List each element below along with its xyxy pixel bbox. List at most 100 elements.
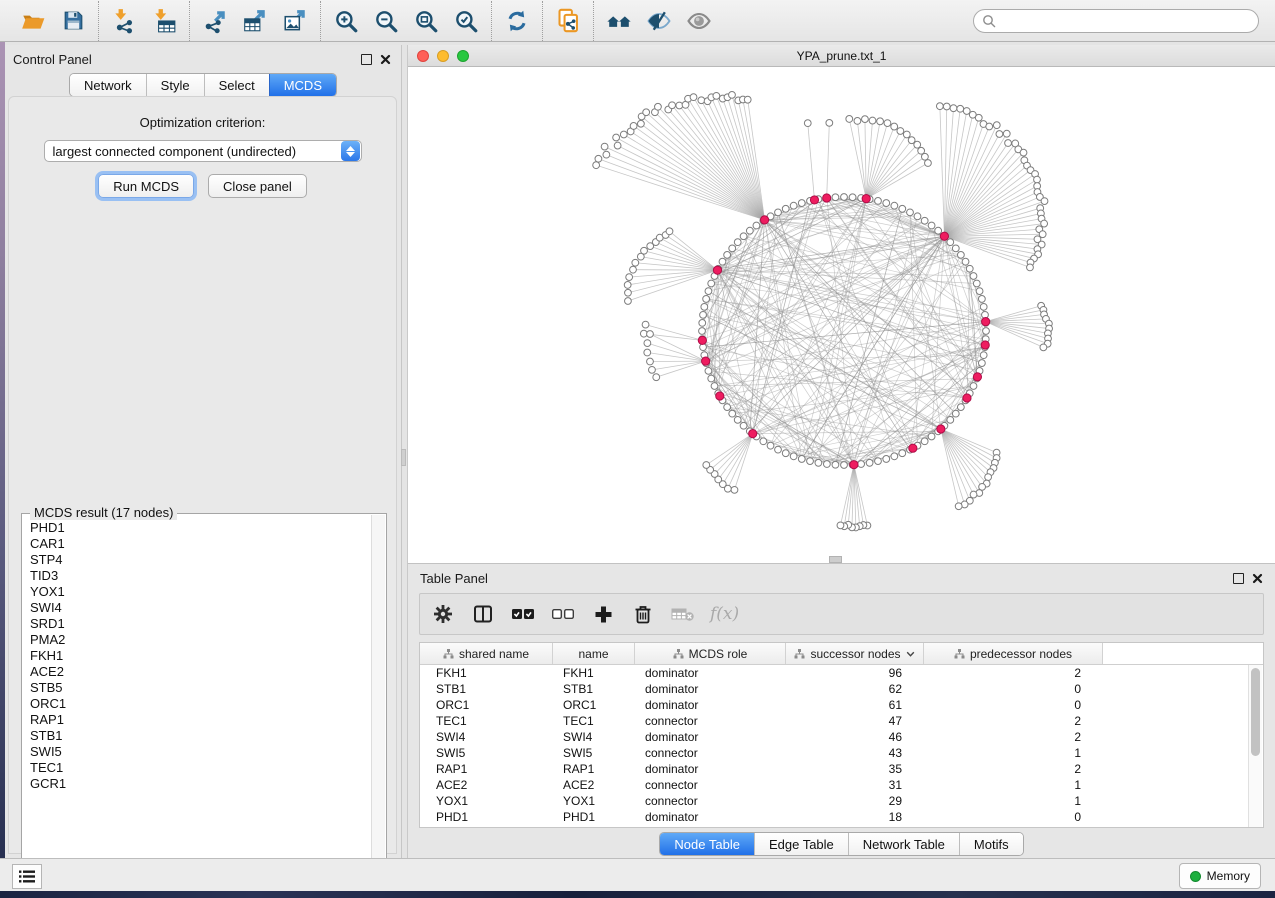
- mcds-node-item[interactable]: ACE2: [23, 664, 371, 680]
- leaf-node[interactable]: [943, 103, 950, 110]
- network-node[interactable]: [815, 459, 822, 466]
- leaf-node[interactable]: [1041, 220, 1048, 227]
- column-header-predecessor-nodes[interactable]: predecessor nodes: [924, 643, 1103, 664]
- table-row[interactable]: FKH1FKH1dominator962: [420, 665, 1263, 681]
- dominator-node[interactable]: [940, 232, 948, 240]
- network-node[interactable]: [858, 461, 865, 468]
- leaf-node[interactable]: [655, 103, 662, 110]
- leaf-node[interactable]: [1005, 140, 1012, 147]
- network-node[interactable]: [790, 453, 797, 460]
- leaf-node[interactable]: [970, 491, 977, 498]
- leaf-node[interactable]: [884, 120, 891, 127]
- leaf-node[interactable]: [955, 503, 962, 510]
- leaf-node[interactable]: [630, 123, 637, 130]
- leaf-node[interactable]: [649, 366, 656, 373]
- leaf-node[interactable]: [925, 160, 932, 167]
- leaf-node[interactable]: [703, 462, 710, 469]
- leaf-node[interactable]: [1027, 264, 1034, 271]
- leaf-node[interactable]: [1034, 176, 1041, 183]
- network-node[interactable]: [907, 209, 914, 216]
- minimize-window-icon[interactable]: [437, 50, 449, 62]
- network-node[interactable]: [746, 227, 753, 234]
- network-node[interactable]: [875, 458, 882, 465]
- refresh-button[interactable]: [497, 3, 537, 39]
- leaf-node[interactable]: [653, 374, 660, 381]
- table-row[interactable]: SWI5SWI5connector431: [420, 745, 1263, 761]
- clone-network-button[interactable]: [548, 3, 588, 39]
- dominator-node[interactable]: [749, 430, 757, 438]
- network-node[interactable]: [957, 404, 964, 411]
- table-tab-network-table[interactable]: Network Table: [848, 833, 959, 855]
- deselect-all-button[interactable]: [550, 601, 576, 627]
- network-node[interactable]: [734, 416, 741, 423]
- network-node[interactable]: [970, 273, 977, 280]
- mcds-result-list[interactable]: PHD1CAR1STP4TID3YOX1SWI4SRD1PMA2FKH1ACE2…: [23, 520, 371, 880]
- network-node[interactable]: [947, 416, 954, 423]
- dominator-node[interactable]: [760, 216, 768, 224]
- dominator-node[interactable]: [850, 461, 858, 469]
- network-node[interactable]: [775, 209, 782, 216]
- leaf-node[interactable]: [595, 155, 602, 162]
- network-node[interactable]: [699, 328, 706, 335]
- leaf-node[interactable]: [897, 128, 904, 135]
- leaf-node[interactable]: [731, 486, 738, 493]
- network-node[interactable]: [928, 222, 935, 229]
- mcds-list-scrollbar[interactable]: [371, 515, 385, 881]
- task-history-button[interactable]: [12, 864, 42, 889]
- dominator-node[interactable]: [698, 336, 706, 344]
- table-row[interactable]: ACE2ACE2connector311: [420, 777, 1263, 793]
- network-node[interactable]: [724, 251, 731, 258]
- maximize-window-icon[interactable]: [457, 50, 469, 62]
- leaf-node[interactable]: [846, 116, 853, 123]
- network-node[interactable]: [832, 461, 839, 468]
- leaf-node[interactable]: [862, 116, 869, 123]
- network-node[interactable]: [978, 296, 985, 303]
- select-all-button[interactable]: [510, 601, 536, 627]
- mcds-node-item[interactable]: ORC1: [23, 696, 371, 712]
- mcds-node-item[interactable]: GCR1: [23, 776, 371, 792]
- leaf-node[interactable]: [593, 162, 600, 169]
- leaf-node[interactable]: [869, 117, 876, 124]
- export-network-button[interactable]: [195, 3, 235, 39]
- show-column-button[interactable]: [470, 601, 496, 627]
- leaf-node[interactable]: [626, 274, 633, 281]
- export-image-button[interactable]: [275, 3, 315, 39]
- leaf-node[interactable]: [713, 92, 720, 99]
- network-node[interactable]: [708, 375, 715, 382]
- mcds-node-item[interactable]: SWI4: [23, 600, 371, 616]
- leaf-node[interactable]: [647, 358, 654, 365]
- network-node[interactable]: [703, 296, 710, 303]
- table-row[interactable]: YOX1YOX1connector291: [420, 793, 1263, 809]
- leaf-node[interactable]: [729, 91, 736, 98]
- save-session-button[interactable]: [53, 3, 93, 39]
- network-node[interactable]: [947, 239, 954, 246]
- show-panel-button[interactable]: [679, 3, 719, 39]
- leaf-node[interactable]: [644, 349, 651, 356]
- leaf-node[interactable]: [837, 522, 844, 529]
- leaf-node[interactable]: [891, 123, 898, 130]
- network-node[interactable]: [921, 438, 928, 445]
- network-node[interactable]: [980, 303, 987, 310]
- network-node[interactable]: [966, 265, 973, 272]
- network-node[interactable]: [782, 205, 789, 212]
- leaf-node[interactable]: [804, 120, 811, 127]
- dominator-node[interactable]: [973, 373, 981, 381]
- dominator-node[interactable]: [862, 195, 870, 203]
- network-node[interactable]: [841, 462, 848, 469]
- network-node[interactable]: [957, 251, 964, 258]
- export-table-button[interactable]: [235, 3, 275, 39]
- network-node[interactable]: [798, 200, 805, 207]
- network-node[interactable]: [914, 213, 921, 220]
- table-row[interactable]: STB1STB1dominator620: [420, 681, 1263, 697]
- dominator-node[interactable]: [963, 394, 971, 402]
- leaf-node[interactable]: [632, 259, 639, 266]
- leaf-node[interactable]: [744, 96, 751, 103]
- network-node[interactable]: [699, 320, 706, 327]
- network-node[interactable]: [921, 217, 928, 224]
- import-network-button[interactable]: [104, 3, 144, 39]
- float-table-panel-icon[interactable]: [1233, 573, 1244, 584]
- column-header-mcds-role[interactable]: MCDS role: [635, 643, 786, 664]
- network-node[interactable]: [928, 433, 935, 440]
- horizontal-splitter[interactable]: [829, 556, 842, 563]
- network-node[interactable]: [775, 446, 782, 453]
